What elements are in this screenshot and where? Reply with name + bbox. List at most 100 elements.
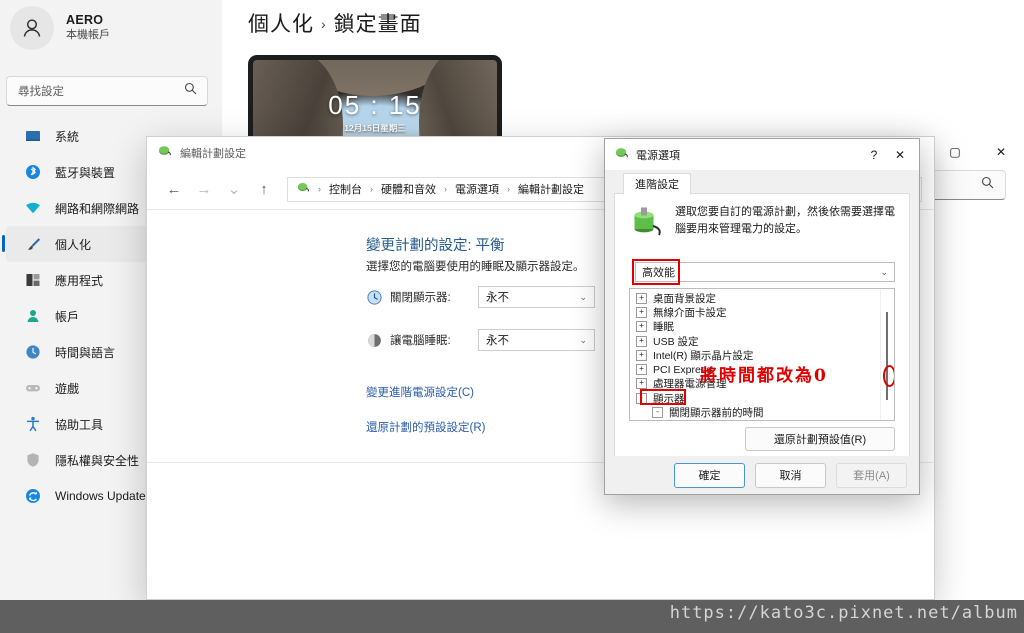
breadcrumb-segment-3[interactable]: 編輯計劃設定 — [518, 181, 584, 197]
expand-icon[interactable]: + — [636, 306, 647, 318]
chevron-down-icon: ⌄ — [579, 334, 587, 345]
brush-icon — [24, 235, 42, 253]
change-advanced-power-settings-link[interactable]: 變更進階電源設定(C) — [366, 384, 474, 400]
power-options-titlebar[interactable]: 電源選項 ? ✕ — [605, 139, 919, 170]
sidebar-item-label: Windows Update — [55, 489, 146, 503]
expand-icon[interactable]: + — [636, 292, 647, 304]
breadcrumb-segment-2[interactable]: 電源選項 — [455, 181, 499, 197]
power-plan-icon — [296, 180, 310, 199]
restore-plan-defaults-link[interactable]: 還原計劃的預設設定(R) — [366, 419, 485, 435]
sleep-moon-icon — [366, 332, 383, 349]
forward-button[interactable]: → — [189, 176, 219, 202]
back-button[interactable]: ← — [159, 176, 189, 202]
bottom-bar: https://kato3c.pixnet.net/album — [0, 600, 1024, 633]
expand-icon[interactable]: + — [636, 321, 647, 333]
breadcrumb-parent[interactable]: 個人化 — [248, 13, 314, 36]
expand-icon[interactable]: + — [636, 378, 647, 390]
gamepad-icon — [24, 379, 42, 397]
search-input[interactable]: 尋找設定 — [6, 76, 208, 106]
tab-advanced-settings[interactable]: 進階設定 — [623, 173, 691, 195]
close-icon[interactable]: ✕ — [887, 144, 913, 166]
tree-item-label: 無線介面卡設定 — [653, 306, 727, 319]
sidebar-item-label: 應用程式 — [55, 273, 104, 288]
bluetooth-icon — [24, 163, 42, 181]
sidebar-item-label: 系統 — [55, 129, 80, 144]
ok-button[interactable]: 確定 — [674, 462, 745, 488]
dialog-buttons: 確定 取消 套用(A) — [605, 456, 919, 494]
annotation-text: 將時間都改為0 — [700, 366, 828, 386]
power-plan-icon — [157, 143, 172, 163]
recent-locations-button[interactable]: ⌄ — [219, 176, 249, 202]
expand-icon[interactable]: + — [636, 335, 647, 347]
tree-scrollbar[interactable] — [880, 290, 894, 419]
power-plan-icon — [614, 145, 629, 165]
edit-plan-subheading: 選擇您的電腦要使用的睡眠及顯示器設定。 — [366, 261, 585, 273]
sleep-label: 讓電腦睡眠: — [390, 335, 451, 347]
sidebar-item-label: 個人化 — [55, 237, 92, 252]
tree-item[interactable]: + 桌面背景設定 — [630, 291, 894, 305]
tree-item[interactable]: + USB 設定 — [630, 334, 894, 348]
breadcrumb-caret: › — [444, 184, 447, 194]
display-off-icon — [366, 289, 383, 306]
sidebar-item-label: 遊戲 — [55, 381, 80, 396]
sidebar-item-label: 時間與語言 — [55, 345, 116, 360]
breadcrumb-caret: › — [318, 184, 321, 194]
tree-item-label: 桌面背景設定 — [653, 292, 716, 305]
avatar — [10, 6, 54, 50]
apps-icon — [24, 271, 42, 289]
sidebar-item-label: 帳戶 — [55, 309, 80, 324]
scrollbar-highlight-oval — [883, 365, 894, 387]
expand-icon[interactable]: + — [636, 364, 647, 376]
power-options-dialog: 電源選項 ? ✕ 進階設定 選取您要自訂的電源計劃，然後依需要選擇電腦要用來管理… — [604, 138, 920, 495]
tree-item[interactable]: + 睡眠 — [630, 320, 894, 334]
cancel-button[interactable]: 取消 — [755, 462, 826, 488]
power-options-panel: 進階設定 選取您要自訂的電源計劃，然後依需要選擇電腦要用來管理電力的設定。 高效… — [614, 170, 910, 457]
breadcrumb-segment-1[interactable]: 硬體和音效 — [381, 181, 436, 197]
restore-plan-defaults-button[interactable]: 還原計劃預設值(R) — [745, 427, 895, 451]
page-title: 個人化 › 鎖定畫面 — [248, 8, 422, 38]
sleep-select[interactable]: 永不 ⌄ — [478, 329, 595, 351]
display-highlight-box — [640, 389, 686, 405]
setting-minutes-row[interactable]: 設定 (分鐘): 0 ▲ ▼ — [630, 420, 894, 421]
power-options-description: 選取您要自訂的電源計劃，然後依需要選擇電腦要用來管理電力的設定。 — [675, 206, 895, 235]
sidebar-item-label: 協助工具 — [55, 417, 104, 432]
breadcrumb-caret: › — [370, 184, 373, 194]
maximize-button[interactable]: ▢ — [932, 136, 978, 168]
tree-item-label: USB 設定 — [653, 335, 699, 348]
plan-highlight-box — [632, 259, 680, 285]
search-icon — [981, 176, 994, 194]
shield-icon — [24, 451, 42, 469]
sidebar-item-label: 隱私權與安全性 — [55, 453, 140, 468]
chevron-down-icon: ⌄ — [579, 291, 587, 302]
power-options-description-block: 選取您要自訂的電源計劃，然後依需要選擇電腦要用來管理電力的設定。 — [629, 204, 897, 245]
edit-plan-heading: 變更計劃的設定: 平衡 — [366, 238, 505, 254]
close-button[interactable]: ✕ — [978, 136, 1024, 168]
account-icon — [24, 307, 42, 325]
turn-off-display-row: 關閉顯示器: 永不 ⌄ — [366, 286, 595, 308]
apply-button[interactable]: 套用(A) — [836, 462, 907, 488]
sleep-value: 永不 — [486, 335, 509, 347]
sidebar-item-label: 網路和網際網路 — [55, 201, 140, 216]
search-placeholder: 尋找設定 — [18, 86, 64, 98]
watermark: https://kato3c.pixnet.net/album — [669, 603, 1018, 623]
account-card[interactable]: AERO 本機帳戶 — [10, 6, 110, 50]
preview-date: 12月15日星期三 — [344, 123, 406, 133]
edit-plan-title: 編輯計劃設定 — [180, 148, 246, 160]
turn-off-display-label: 關閉顯示器: — [390, 292, 451, 304]
accessibility-icon — [24, 415, 42, 433]
tree-item[interactable]: + 無線介面卡設定 — [630, 305, 894, 319]
tree-item-turn-off-display-after[interactable]: - 關閉顯示器前的時間 — [630, 405, 894, 419]
wifi-icon — [24, 199, 42, 217]
turn-off-display-select[interactable]: 永不 ⌄ — [478, 286, 595, 308]
up-button[interactable]: ↑ — [249, 176, 279, 202]
help-button[interactable]: ? — [861, 144, 887, 166]
breadcrumb-segment-0[interactable]: 控制台 — [329, 181, 362, 197]
account-name: AERO — [66, 12, 104, 27]
expand-icon[interactable]: + — [636, 349, 647, 361]
breadcrumb-current: 鎖定畫面 — [333, 13, 422, 36]
breadcrumb-separator: › — [321, 16, 327, 32]
collapse-icon[interactable]: - — [652, 407, 663, 419]
sleep-row: 讓電腦睡眠: 永不 ⌄ — [366, 329, 595, 351]
breadcrumb-caret: › — [507, 184, 510, 194]
search-icon — [184, 82, 197, 100]
